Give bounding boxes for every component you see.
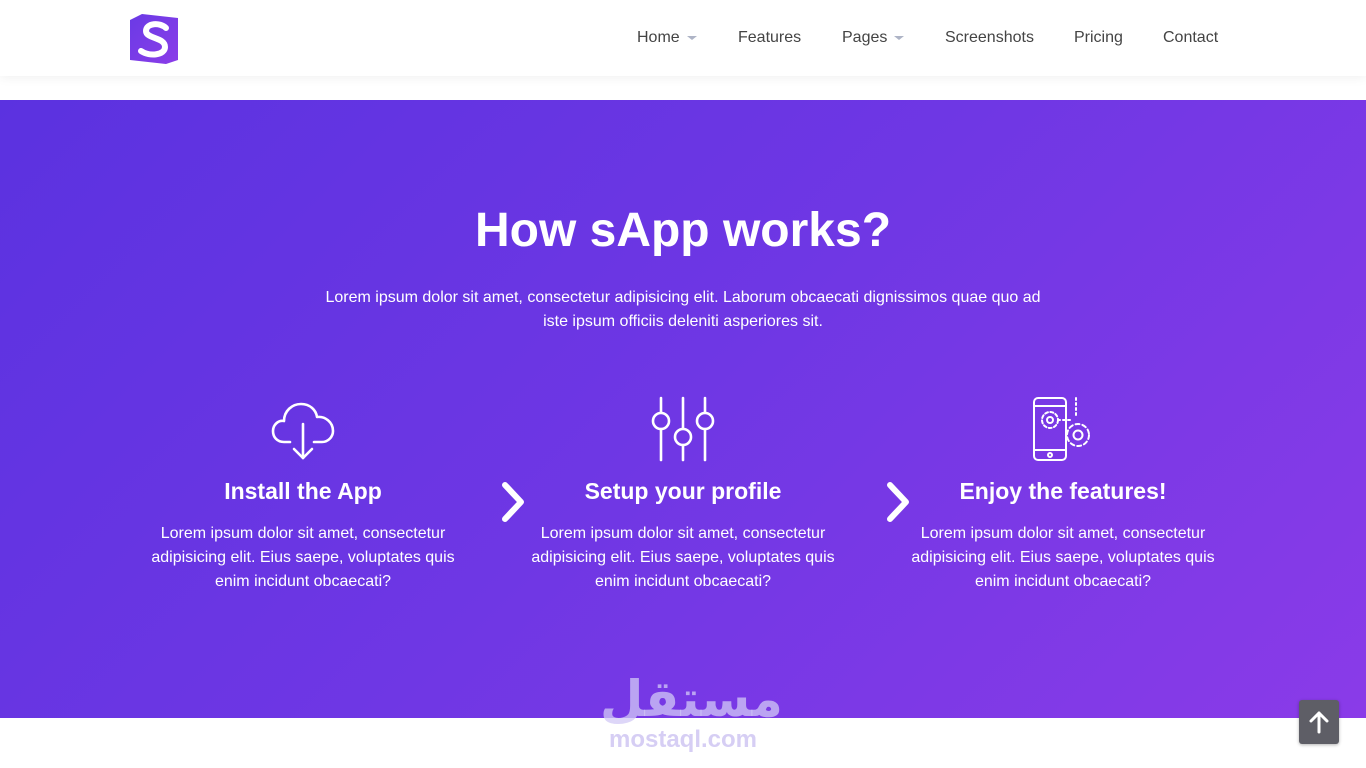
step-setup: Setup your profile Lorem ipsum dolor sit… bbox=[523, 396, 843, 594]
step-text: Lorem ipsum dolor sit amet, consectetur … bbox=[531, 525, 835, 590]
back-to-top-button[interactable] bbox=[1299, 700, 1339, 744]
mobile-gears-icon bbox=[1033, 397, 1090, 461]
step-text: Lorem ipsum dolor sit amet, consectetur … bbox=[151, 525, 455, 590]
nav-features[interactable]: Features bbox=[738, 28, 801, 48]
s-logo-icon[interactable] bbox=[126, 12, 182, 66]
nav-pages-label: Pages bbox=[842, 29, 888, 46]
chevron-down-icon bbox=[686, 36, 697, 40]
nav-pages[interactable]: Pages bbox=[842, 28, 905, 48]
watermark-latin: mostaql.com bbox=[608, 726, 758, 753]
step-title: Enjoy the features! bbox=[959, 478, 1167, 504]
step-install: Install the App Lorem ipsum dolor sit am… bbox=[143, 396, 463, 594]
chevron-down-icon bbox=[894, 36, 905, 40]
cloud-download-icon bbox=[271, 402, 335, 460]
arrow-up-icon bbox=[1309, 711, 1329, 734]
step-enjoy: Enjoy the features! Lorem ipsum dolor si… bbox=[903, 396, 1223, 594]
step-title: Install the App bbox=[224, 478, 382, 504]
nav-home[interactable]: Home bbox=[637, 28, 697, 48]
step-text: Lorem ipsum dolor sit amet, consectetur … bbox=[911, 525, 1215, 590]
watermark-arabic: مستقل bbox=[600, 670, 783, 728]
section-lead: Lorem ipsum dolor sit amet, consectetur … bbox=[325, 289, 1041, 330]
nav-screenshots[interactable]: Screenshots bbox=[945, 28, 1034, 48]
step-title: Setup your profile bbox=[584, 478, 782, 504]
nav-pricing[interactable]: Pricing bbox=[1074, 28, 1123, 48]
nav-contact[interactable]: Contact bbox=[1163, 28, 1218, 48]
section-title: How sApp works? bbox=[474, 204, 892, 257]
nav-home-label: Home bbox=[637, 29, 680, 46]
navbar: Home Features Pages Screenshots Pricing … bbox=[0, 0, 1366, 76]
sliders-icon bbox=[651, 396, 715, 462]
how-it-works-section: How sApp works? Lorem ipsum dolor sit am… bbox=[0, 100, 1366, 718]
